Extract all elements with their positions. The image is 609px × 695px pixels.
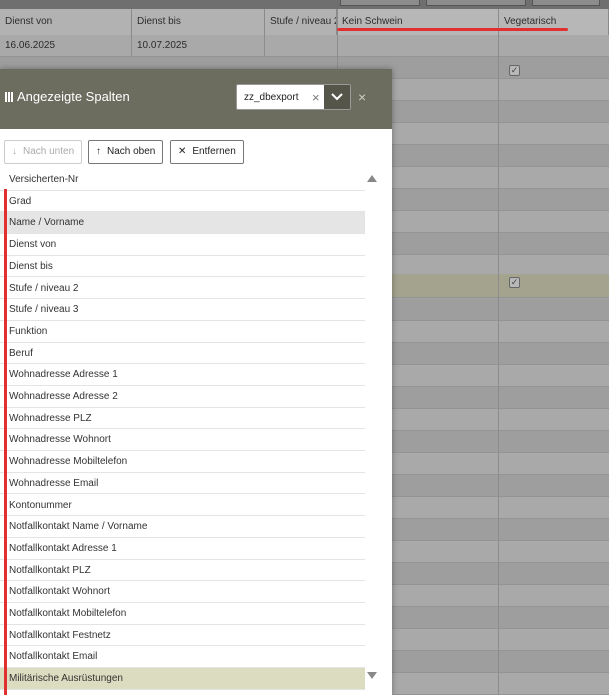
top-button[interactable]	[340, 0, 420, 6]
columns-icon	[5, 90, 14, 105]
list-item[interactable]: Notfallkontakt Mobiltelefon	[0, 603, 365, 625]
clear-icon[interactable]: ×	[312, 90, 320, 105]
vegetarisch-checkbox[interactable]: ✓	[509, 277, 520, 288]
dropdown-toggle[interactable]	[324, 85, 350, 109]
list-item[interactable]: Notfallkontakt Email	[0, 646, 365, 669]
vegetarisch-checkbox[interactable]: ✓	[509, 65, 520, 76]
column-header-dienst-von[interactable]: Dienst von	[0, 9, 132, 35]
chevron-down-icon	[331, 93, 343, 101]
scroll-up-icon[interactable]	[367, 175, 377, 182]
move-down-button[interactable]: ↓ Nach unten	[4, 140, 83, 164]
list-item[interactable]: Beruf	[0, 343, 365, 365]
list-item[interactable]: Wohnadresse Wohnort	[0, 429, 365, 452]
list-item[interactable]: Notfallkontakt Name / Vorname	[0, 516, 365, 538]
list-item[interactable]: Wohnadresse Email	[0, 473, 365, 495]
list-item[interactable]: Notfallkontakt Festnetz	[0, 625, 365, 647]
list-item[interactable]: Wohnadresse Adresse 2	[0, 386, 365, 408]
close-icon: ✕	[178, 146, 187, 157]
remove-label: Entfernen	[192, 146, 236, 157]
list-item[interactable]: Notfallkontakt Wohnort	[0, 581, 365, 603]
move-up-button[interactable]: ↑ Nach oben	[88, 140, 164, 164]
list-item-highlighted[interactable]: Militärische Ausrüstungen	[0, 668, 365, 690]
top-button[interactable]	[426, 0, 526, 6]
dialog-title-text: Angezeigte Spalten	[17, 89, 130, 104]
move-up-label: Nach oben	[107, 146, 156, 157]
arrow-down-icon: ↓	[12, 146, 17, 157]
list-item[interactable]: Kontonummer	[0, 495, 365, 517]
list-item[interactable]: Stufe / niveau 3	[0, 299, 365, 321]
list-item[interactable]: Stufe / niveau 2	[0, 278, 365, 300]
column-header-dienst-bis[interactable]: Dienst bis	[132, 9, 265, 35]
column-header-vegetarisch[interactable]: Vegetarisch	[499, 9, 609, 35]
list-item[interactable]: Notfallkontakt PLZ	[0, 560, 365, 582]
list-item[interactable]: Wohnadresse Adresse 1	[0, 364, 365, 386]
list-item[interactable]: Wohnadresse Mobiltelefon	[0, 451, 365, 473]
annotation-bar	[4, 189, 7, 695]
column-list: Versicherten-Nr Grad Name / Vorname Dien…	[0, 169, 366, 695]
cell-dienst-von: 16.06.2025	[0, 35, 132, 56]
dialog-header: Angezeigte Spalten zz_dbexport × ×	[0, 69, 392, 129]
move-down-label: Nach unten	[23, 146, 75, 157]
top-strip	[0, 0, 609, 9]
remove-button[interactable]: ✕ Entfernen	[170, 140, 244, 164]
dialog-toolbar: ↓ Nach unten ↑ Nach oben ✕ Entfernen	[0, 140, 392, 166]
list-item[interactable]: Notfallkontakt Adresse 1	[0, 538, 365, 560]
preset-select-value: zz_dbexport	[244, 92, 299, 103]
dialog-title: Angezeigte Spalten	[5, 89, 130, 105]
columns-dialog: Angezeigte Spalten zz_dbexport × × ↓ Nach…	[0, 69, 392, 695]
top-button[interactable]	[532, 0, 600, 6]
list-item[interactable]: Grad	[0, 191, 365, 213]
column-header-stufe-2[interactable]: Stufe / niveau 2	[265, 9, 337, 35]
preset-select[interactable]: zz_dbexport ×	[236, 84, 351, 110]
column-header-kein-schwein[interactable]: Kein Schwein	[337, 9, 499, 35]
annotation-underline	[337, 28, 568, 31]
scroll-down-icon[interactable]	[367, 672, 377, 679]
list-item[interactable]: Wohnadresse PLZ	[0, 408, 365, 430]
arrow-up-icon: ↑	[96, 146, 101, 157]
list-item-selected[interactable]: Name / Vorname	[0, 212, 365, 235]
list-item[interactable]: Versicherten-Nr	[0, 169, 365, 191]
list-item[interactable]: Dienst bis	[0, 256, 365, 278]
cell-dienst-bis: 10.07.2025	[132, 35, 265, 56]
list-item[interactable]: Dienst von	[0, 234, 365, 256]
table-row[interactable]: 16.06.2025 10.07.2025	[0, 35, 609, 57]
column-divider	[498, 9, 499, 695]
list-item[interactable]: Funktion	[0, 321, 365, 343]
close-icon[interactable]: ×	[358, 89, 366, 105]
